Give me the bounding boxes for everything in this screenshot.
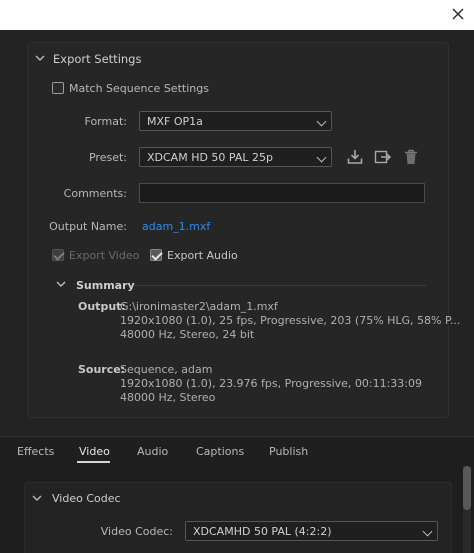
scrollbar-thumb[interactable]	[463, 466, 471, 510]
preset-value: XDCAM HD 50 PAL 25p	[147, 151, 273, 164]
summary-source-name: Sequence, adam	[120, 363, 213, 376]
output-name-link[interactable]: adam_1.mxf	[142, 220, 210, 233]
video-codec-dropdown[interactable]: XDCAMHD 50 PAL (4:2:2)	[185, 521, 438, 541]
section-title[interactable]: Export Settings	[53, 52, 141, 66]
preset-label: Preset:	[88, 151, 127, 164]
summary-divider	[134, 285, 426, 286]
chevron-down-icon	[422, 526, 433, 537]
match-sequence-label[interactable]: Match Sequence Settings	[69, 82, 209, 95]
video-settings-panel: Video Codec Video Codec: XDCAMHD 50 PAL …	[0, 466, 474, 553]
preset-dropdown[interactable]: XDCAM HD 50 PAL 25p	[139, 147, 332, 167]
format-dropdown[interactable]: MXF OP1a	[139, 111, 332, 131]
video-codec-title[interactable]: Video Codec	[52, 492, 121, 505]
tab-captions[interactable]: Captions	[196, 445, 244, 458]
video-codec-label: Video Codec:	[100, 525, 173, 538]
summary-output-values: G:\ironimaster2\adam_1.mxf 1920x1080 (1.…	[120, 300, 460, 342]
chevron-down-icon[interactable]	[35, 53, 45, 63]
export-settings-panel: Export Settings Match Sequence Settings …	[0, 30, 474, 436]
export-audio-checkbox[interactable]	[150, 249, 162, 261]
summary-source-key: Source:	[78, 363, 126, 376]
chevron-down-icon	[316, 116, 327, 127]
summary-source-audio: 48000 Hz, Stereo	[120, 391, 216, 404]
comments-input[interactable]	[139, 183, 425, 203]
video-codec-section: Video Codec Video Codec: XDCAMHD 50 PAL …	[24, 482, 452, 553]
tab-effects[interactable]: Effects	[17, 445, 54, 458]
export-video-label: Export Video	[69, 249, 140, 262]
chevron-down-icon	[316, 152, 327, 163]
chevron-down-icon[interactable]	[32, 493, 42, 503]
delete-preset-icon[interactable]	[402, 148, 420, 166]
tab-video[interactable]: Video	[79, 445, 110, 458]
summary-output-path: G:\ironimaster2\adam_1.mxf	[120, 300, 278, 313]
tab-publish[interactable]: Publish	[269, 445, 308, 458]
summary-source-video: 1920x1080 (1.0), 23.976 fps, Progressive…	[120, 377, 423, 390]
output-name-label: Output Name:	[49, 220, 127, 233]
comments-label: Comments:	[63, 187, 127, 200]
summary-output-video: 1920x1080 (1.0), 25 fps, Progressive, 20…	[120, 314, 461, 327]
active-tab-indicator	[77, 461, 110, 463]
summary-title[interactable]: Summary	[76, 279, 135, 292]
export-audio-label[interactable]: Export Audio	[167, 249, 238, 262]
settings-tabs: Effects Video Audio Captions Publish	[0, 436, 474, 466]
format-value: MXF OP1a	[147, 115, 203, 128]
import-preset-icon[interactable]	[374, 148, 392, 166]
chevron-down-icon[interactable]	[56, 279, 66, 289]
summary-source-values: Sequence, adam 1920x1080 (1.0), 23.976 f…	[120, 363, 422, 405]
export-settings-section: Export Settings Match Sequence Settings …	[27, 42, 460, 418]
export-video-checkbox[interactable]	[52, 249, 64, 261]
summary-output-key: Output:	[78, 300, 126, 313]
close-icon[interactable]	[450, 6, 466, 22]
tab-audio[interactable]: Audio	[137, 445, 168, 458]
save-preset-icon[interactable]	[346, 148, 364, 166]
summary-output-audio: 48000 Hz, Stereo, 24 bit	[120, 328, 255, 341]
title-bar	[0, 0, 474, 30]
video-codec-value: XDCAMHD 50 PAL (4:2:2)	[193, 525, 332, 538]
scrollbar[interactable]	[463, 466, 471, 553]
format-label: Format:	[84, 115, 127, 128]
match-sequence-checkbox[interactable]	[52, 82, 64, 94]
